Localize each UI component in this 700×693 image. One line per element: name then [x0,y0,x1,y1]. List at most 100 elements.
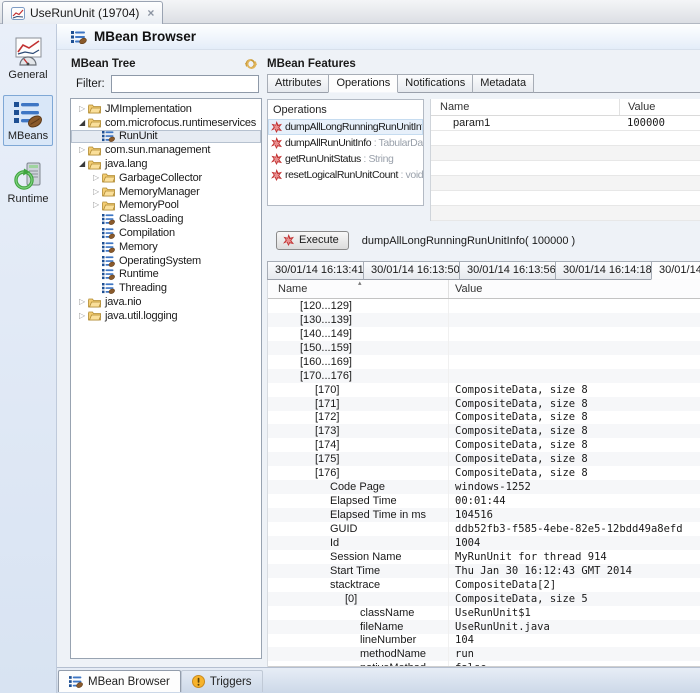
tree-node[interactable]: Threading [71,281,261,295]
operation-item[interactable]: getRunUnitStatus : String [268,151,423,167]
feature-tab[interactable]: Metadata [472,74,534,93]
result-row[interactable]: methodName run [268,647,700,661]
filter-input[interactable] [111,75,259,93]
result-row[interactable]: [172] CompositeData, size 8 [268,411,700,425]
result-row[interactable]: [175] CompositeData, size 8 [268,452,700,466]
tree-node[interactable]: Memory [71,240,261,254]
result-row[interactable]: [170...176] [268,369,700,383]
tree-node[interactable]: Compilation [71,226,261,240]
tree-node-label: OperatingSystem [119,255,201,267]
result-row[interactable]: Code Page windows-1252 [268,480,700,494]
result-row[interactable]: [120...129] [268,299,700,313]
operations-row: Operations dumpAllLongRunningRunUnitInfo… [267,99,700,221]
tree-node[interactable]: com.sun.management [71,143,261,157]
tree-node[interactable]: OperatingSystem [71,254,261,268]
result-tab[interactable]: 30/01/14 16:13:41... [267,261,364,280]
twisty-icon[interactable] [90,174,102,182]
result-row[interactable]: [140...149] [268,327,700,341]
execute-button[interactable]: Execute [276,231,349,250]
tree-node[interactable]: Runtime [71,268,261,282]
twisty-icon[interactable] [76,146,88,154]
tree-node[interactable]: RunUnit [71,130,261,144]
result-row-value: CompositeData, size 8 [449,439,700,451]
result-tab[interactable]: 30/01/14 16:14: [651,261,700,280]
tree-node[interactable]: com.microfocus.runtimeservices [71,116,261,130]
result-row[interactable]: Elapsed Time in ms 104516 [268,508,700,522]
palette-item[interactable]: MBeans [3,95,53,146]
mbean-tree-header: MBean Tree [70,52,262,73]
bottom-tab[interactable]: MBean Browser [58,670,181,692]
execute-expression: dumpAllLongRunningRunUnitInfo( 100000 ) [362,235,575,247]
operation-name: dumpAllRunUnitInfo [285,137,371,149]
result-row[interactable]: [170] CompositeData, size 8 [268,383,700,397]
twisty-icon[interactable] [76,105,88,113]
editor-tab-userununit[interactable]: UseRunUnit (19704) × [2,1,163,24]
twisty-icon[interactable] [76,160,88,168]
gold-refresh-icon[interactable] [244,58,258,70]
twisty-icon[interactable] [76,119,88,127]
result-row[interactable]: Elapsed Time 00:01:44 [268,494,700,508]
result-row[interactable]: lineNumber 104 [268,634,700,648]
palette-item[interactable]: Runtime [3,156,53,209]
result-row[interactable]: [0] CompositeData, size 5 [268,592,700,606]
result-row-name: Start Time [330,565,380,577]
result-tab-label: 30/01/14 16:13:41... [275,264,364,276]
result-row[interactable]: GUID ddb52fb3-f585-4ebe-82e5-12bdd49a8ef… [268,522,700,536]
result-row[interactable]: [171] CompositeData, size 8 [268,397,700,411]
empty-parameter-row [431,176,700,191]
tree-node[interactable]: java.nio [71,295,261,309]
result-row[interactable]: [173] CompositeData, size 8 [268,424,700,438]
result-row[interactable]: Id 1004 [268,536,700,550]
palette-item[interactable]: General [3,32,53,85]
result-row[interactable]: [130...139] [268,313,700,327]
parameter-row[interactable]: param1 100000 [431,116,700,131]
close-icon[interactable]: × [147,6,154,20]
tree-node[interactable]: MemoryManager [71,185,261,199]
result-row-name: [150...159] [300,342,352,354]
result-tab[interactable]: 30/01/14 16:14:18... [555,261,652,280]
result-row[interactable]: Session Name MyRunUnit for thread 914 [268,550,700,564]
operation-item[interactable]: dumpAllLongRunningRunUnitInfo : TabularD… [268,119,423,135]
node-type-icon [102,130,116,142]
operation-item[interactable]: resetLogicalRunUnitCount : void [268,167,423,183]
tree-node[interactable]: GarbageCollector [71,171,261,185]
twisty-icon[interactable] [76,298,88,306]
twisty-icon[interactable] [90,188,102,196]
twisty-icon[interactable] [76,312,88,320]
parameter-value[interactable]: 100000 [619,117,700,129]
bottom-tab[interactable]: Triggers [181,670,263,692]
result-row[interactable]: fileName UseRunUnit.java [268,620,700,634]
twisty-icon[interactable] [90,201,102,209]
editor-tab-bar: UseRunUnit (19704) × [0,0,700,24]
result-row[interactable]: stacktrace CompositeData[2] [268,578,700,592]
result-name-column-header[interactable]: Name ▴ [268,280,449,298]
tree-node[interactable]: java.lang [71,157,261,171]
result-tab[interactable]: 30/01/14 16:13:50... [363,261,460,280]
result-row[interactable]: className UseRunUnit$1 [268,606,700,620]
tree-node[interactable]: java.util.logging [71,309,261,323]
result-row-name: lineNumber [360,634,416,646]
result-tab-label: 30/01/14 16:14:18... [563,264,652,276]
feature-tab[interactable]: Notifications [397,74,473,93]
feature-tab[interactable]: Attributes [267,74,329,93]
result-row-name: stacktrace [330,579,380,591]
result-row-name: fileName [360,621,403,633]
result-row-value: 104516 [449,509,700,521]
tree-node[interactable]: MemoryPool [71,199,261,213]
result-row[interactable]: Start Time Thu Jan 30 16:12:43 GMT 2014 [268,564,700,578]
node-type-icon [102,241,116,253]
result-row[interactable]: [160...169] [268,355,700,369]
result-table-body: [120...129] [130...139] [268,299,700,667]
result-row[interactable]: [176] CompositeData, size 8 [268,466,700,480]
feature-tab[interactable]: Operations [328,74,398,93]
result-row[interactable]: [174] CompositeData, size 8 [268,438,700,452]
tree-node[interactable]: ClassLoading [71,212,261,226]
tree-node[interactable]: JMImplementation [71,102,261,116]
result-row-name: [176] [315,467,339,479]
bottom-tab-icon [69,675,83,688]
result-row[interactable]: [150...159] [268,341,700,355]
operation-item[interactable]: dumpAllRunUnitInfo : TabularData [268,135,423,151]
result-value-column-header[interactable]: Value [449,283,700,295]
node-type-icon [88,103,102,115]
result-tab[interactable]: 30/01/14 16:13:56... [459,261,556,280]
